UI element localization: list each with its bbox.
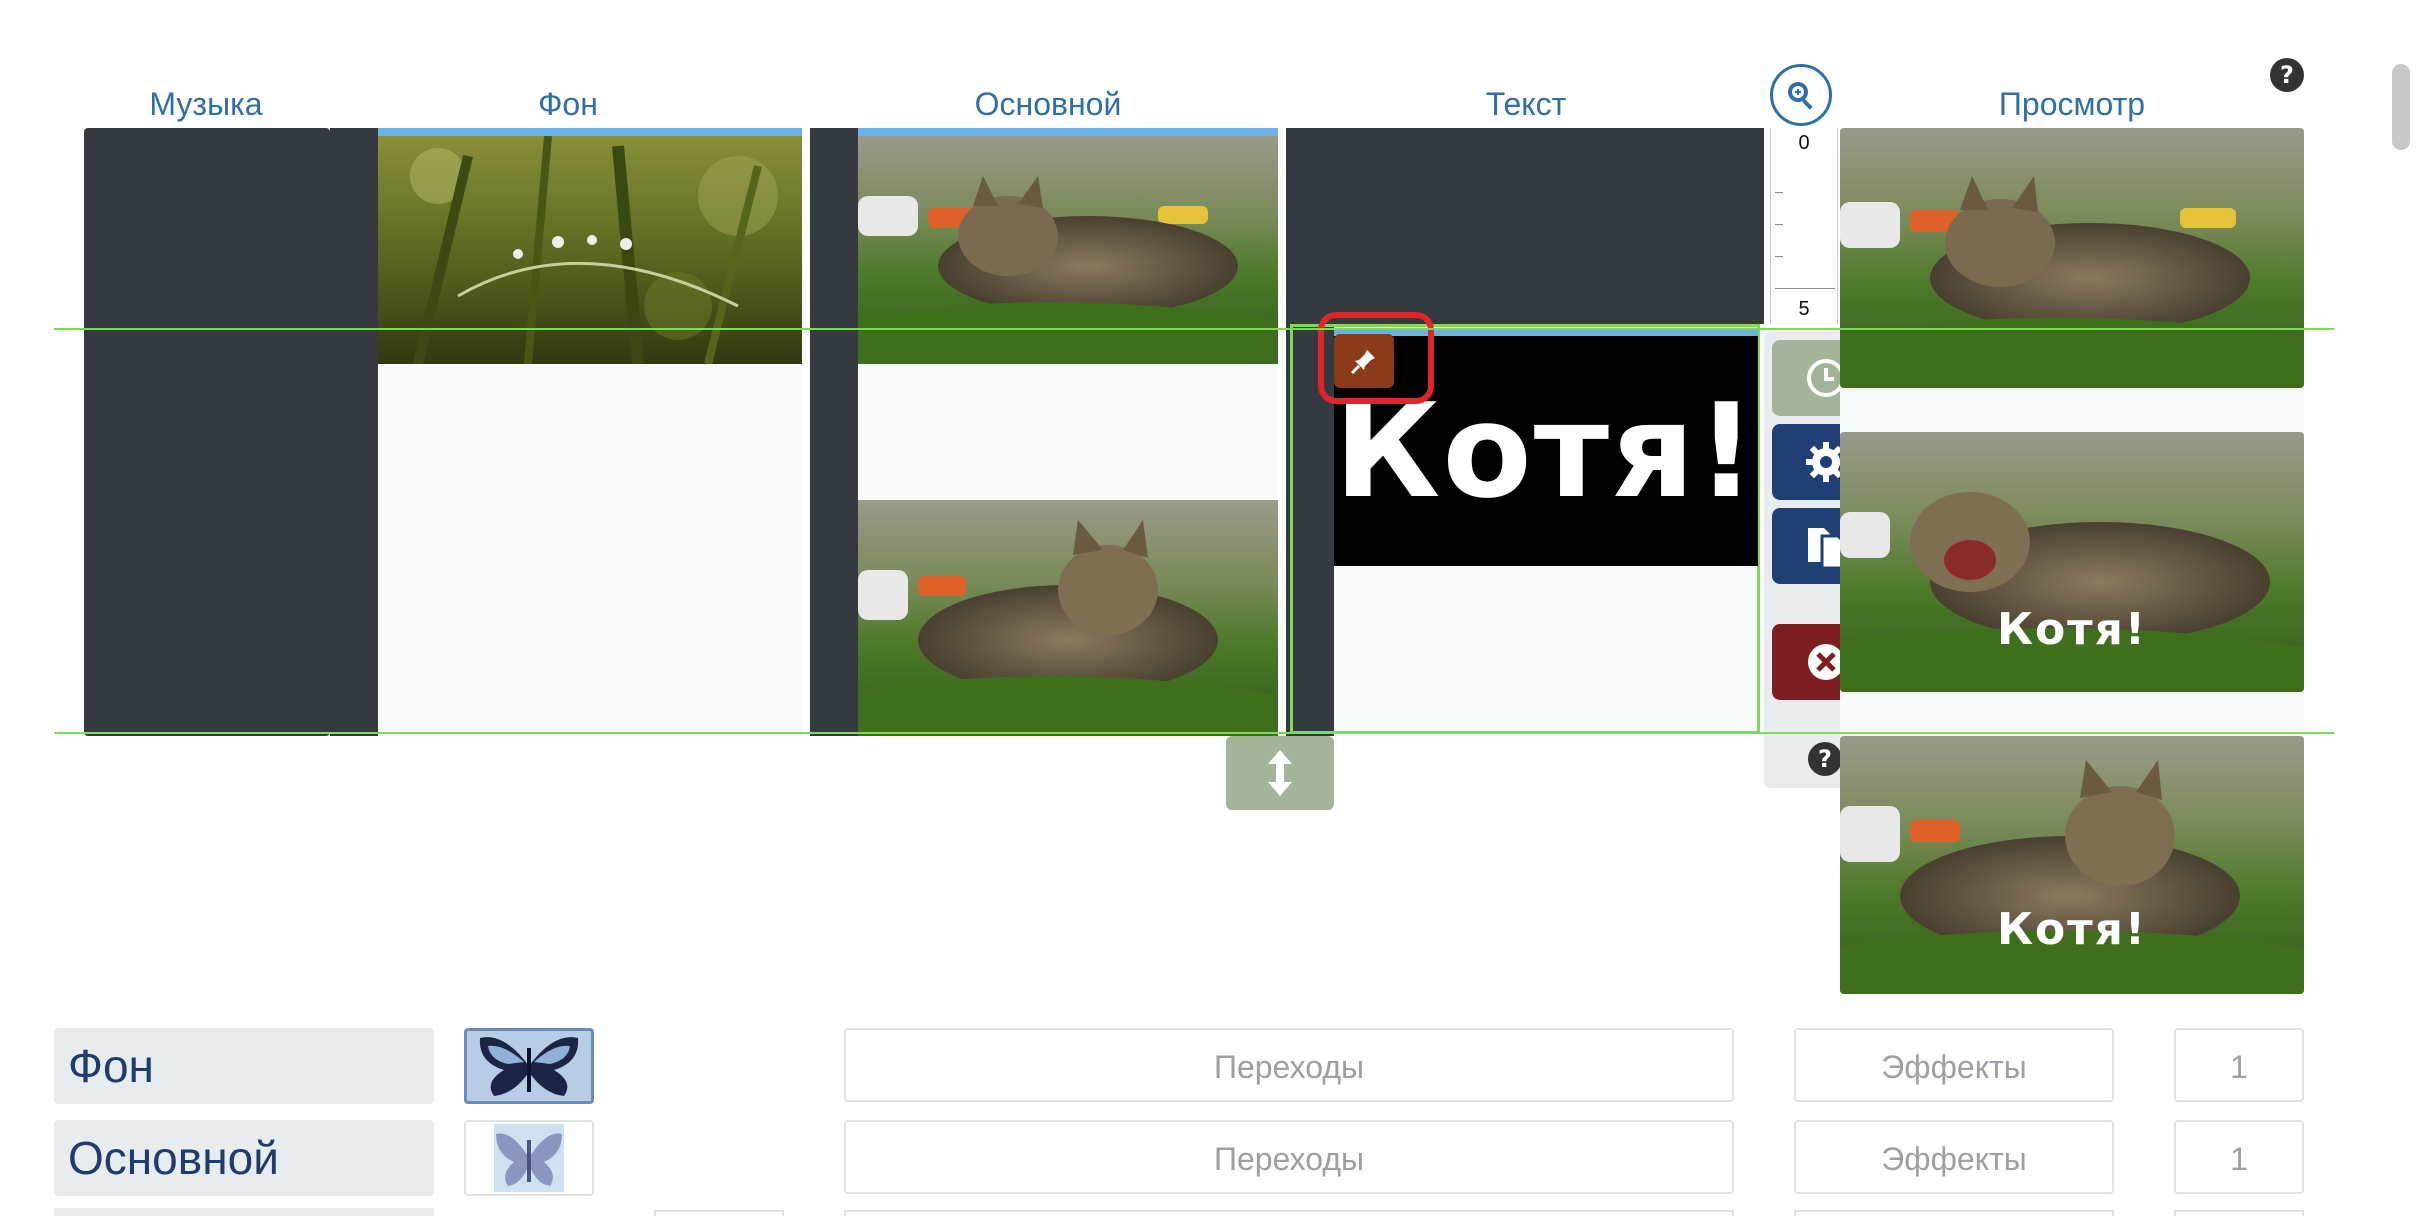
preview-column-title: Просмотр [1998, 86, 2146, 122]
row-field-partial [654, 1210, 784, 1216]
ruler-end-label: 5 [1798, 298, 1810, 320]
main-transitions-field[interactable]: Переходы [844, 1120, 1734, 1194]
track-resize-handle[interactable] [1226, 736, 1334, 810]
time-guide-line-bottom [54, 732, 2334, 734]
background-column-title: Фон [538, 86, 598, 122]
ruler-tick [1775, 288, 1835, 289]
main-effects-field[interactable]: Эффекты [1794, 1120, 2114, 1194]
main-transition-thumb[interactable] [464, 1120, 594, 1196]
clip-help-icon[interactable]: ? [1808, 742, 1842, 776]
main-cat-clip-2[interactable] [858, 500, 1278, 736]
text-track-upper[interactable] [1286, 128, 1764, 324]
preview-caption-2: Котя! [1996, 604, 2147, 655]
text-column-title: Текст [1485, 86, 1567, 122]
row-field-partial [2174, 1210, 2304, 1216]
main-clip-bar [858, 128, 1278, 136]
zoom-button[interactable] [1770, 64, 1832, 126]
background-effects-field[interactable]: Эффекты [1794, 1028, 2114, 1102]
butterfly-icon [479, 1037, 579, 1096]
main-count-field[interactable]: 1 [2174, 1120, 2304, 1194]
zoom-in-icon [1788, 82, 1813, 110]
main-track-rail [810, 128, 858, 736]
help-icon[interactable]: ? [2270, 58, 2304, 92]
ruler-tick [1775, 256, 1783, 257]
butterfly-icon [494, 1124, 564, 1192]
page-scrollbar[interactable] [2392, 64, 2410, 150]
time-ruler: 0 5 [1770, 128, 1838, 324]
time-guide-line-top [54, 328, 2334, 330]
preview-frame-3[interactable]: Котя! [1840, 736, 2304, 994]
ruler-tick [1775, 192, 1783, 193]
background-transition-thumb[interactable] [464, 1028, 594, 1104]
background-count-field[interactable]: 1 [2174, 1028, 2304, 1102]
pin-highlight-ring [1318, 312, 1434, 404]
background-track-rail [330, 128, 378, 736]
background-transitions-field[interactable]: Переходы [844, 1028, 1734, 1102]
preview-frame-1[interactable] [1840, 128, 2304, 388]
row-field-partial [844, 1210, 1734, 1216]
row-field-partial [1794, 1210, 2114, 1216]
main-column-title: Основной [974, 86, 1122, 122]
music-column-title: Музыка [149, 86, 263, 122]
background-clip-bar [378, 128, 802, 136]
preview-frame-2[interactable]: Котя! [1840, 432, 2304, 692]
row-label-background: Фон [54, 1028, 434, 1104]
music-track[interactable] [84, 128, 330, 736]
row-label-main: Основной [54, 1120, 434, 1196]
ruler-start-label: 0 [1798, 132, 1810, 154]
row-label-partial [54, 1208, 434, 1216]
preview-caption-3: Котя! [1996, 904, 2147, 955]
resize-vertical-icon [1268, 750, 1292, 796]
ruler-tick [1775, 224, 1783, 225]
